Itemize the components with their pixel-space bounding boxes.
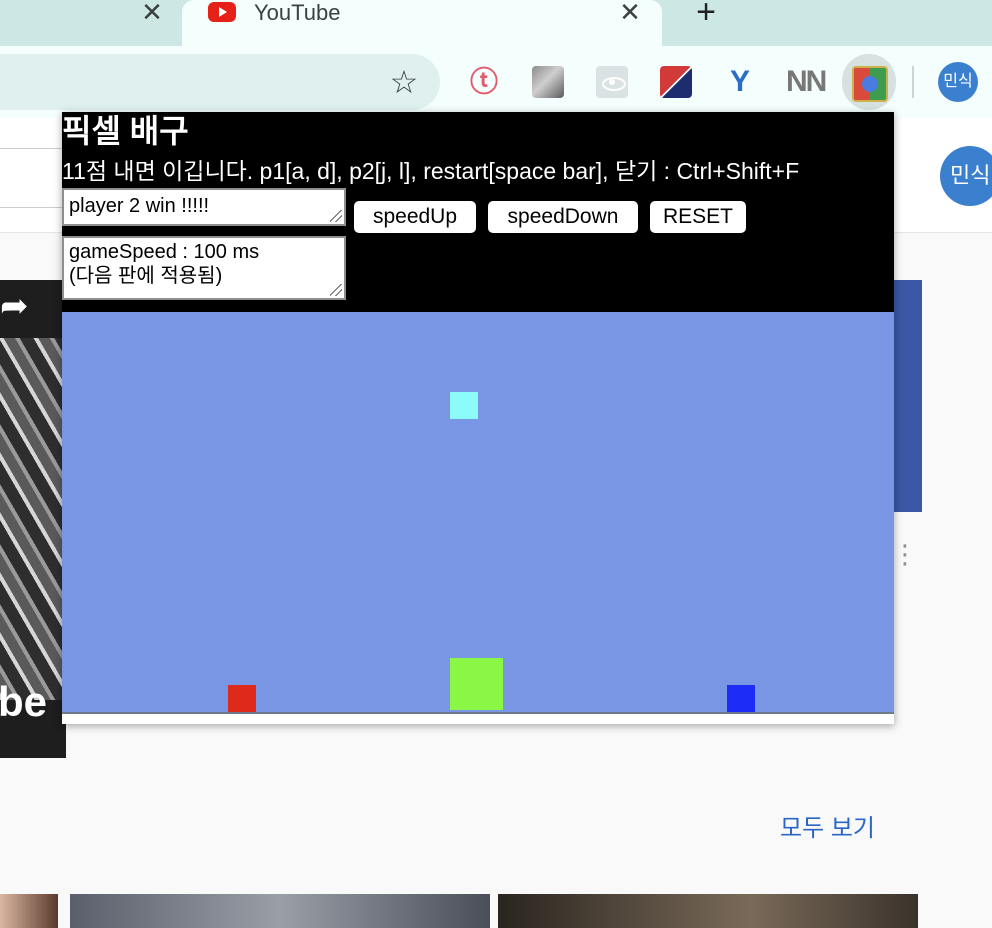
video-thumbnail-right[interactable] — [894, 280, 922, 512]
y-extension-icon[interactable]: Y — [724, 66, 756, 98]
game-speed-textarea[interactable]: gameSpeed : 100 ms (다음 판에 적용됨) — [62, 236, 346, 300]
court-floor — [62, 714, 894, 724]
game-instructions: 11점 내면 이깁니다. p1[a, d], p2[j, l], restart… — [62, 158, 800, 184]
popup-title: 픽셀 배구 — [62, 113, 189, 149]
speed-up-button[interactable]: speedUp — [354, 201, 476, 233]
tab-youtube-title: YouTube — [254, 0, 341, 25]
thumbnail-image — [0, 338, 66, 700]
game-status-textarea[interactable]: player 2 win !!!!! — [62, 188, 346, 226]
n-extension-icon[interactable]: NN — [786, 66, 827, 98]
bookmark-star-icon[interactable]: ☆ — [386, 64, 422, 100]
player-2 — [727, 685, 755, 712]
flag-extension-icon[interactable] — [660, 66, 692, 98]
youtube-favicon-icon — [208, 2, 236, 22]
tab-youtube-close-icon[interactable]: ✕ — [616, 0, 644, 26]
game-court — [62, 312, 894, 714]
share-arrow-icon: ➦ — [0, 287, 29, 325]
pixel-volleyball-extension-icon[interactable] — [852, 66, 888, 102]
player-1 — [228, 685, 256, 712]
ball — [450, 392, 478, 419]
resize-grip-icon[interactable] — [330, 284, 342, 296]
resize-grip-icon[interactable] — [330, 210, 342, 222]
photo-extension-icon[interactable] — [532, 66, 564, 98]
new-tab-icon[interactable]: + — [690, 0, 722, 29]
video-thumbnail[interactable] — [70, 894, 490, 928]
profile-avatar-button[interactable]: 민식 — [938, 62, 978, 102]
reset-button[interactable]: RESET — [650, 201, 746, 233]
toolbar-divider — [912, 66, 914, 98]
youtube-avatar[interactable]: 민식 — [940, 146, 992, 206]
thumbnail-text: be — [0, 678, 48, 725]
react-devtools-icon[interactable] — [596, 66, 628, 98]
tab-previous-close-icon[interactable]: ✕ — [138, 0, 166, 26]
video-thumbnail[interactable] — [0, 894, 58, 928]
video-thumbnail[interactable] — [498, 894, 918, 928]
twice-icon[interactable]: ⓣ — [468, 66, 500, 98]
net — [450, 658, 503, 710]
address-bar[interactable] — [0, 54, 440, 110]
speed-down-button[interactable]: speedDown — [488, 201, 638, 233]
see-all-link[interactable]: 모두 보기 — [780, 808, 875, 843]
